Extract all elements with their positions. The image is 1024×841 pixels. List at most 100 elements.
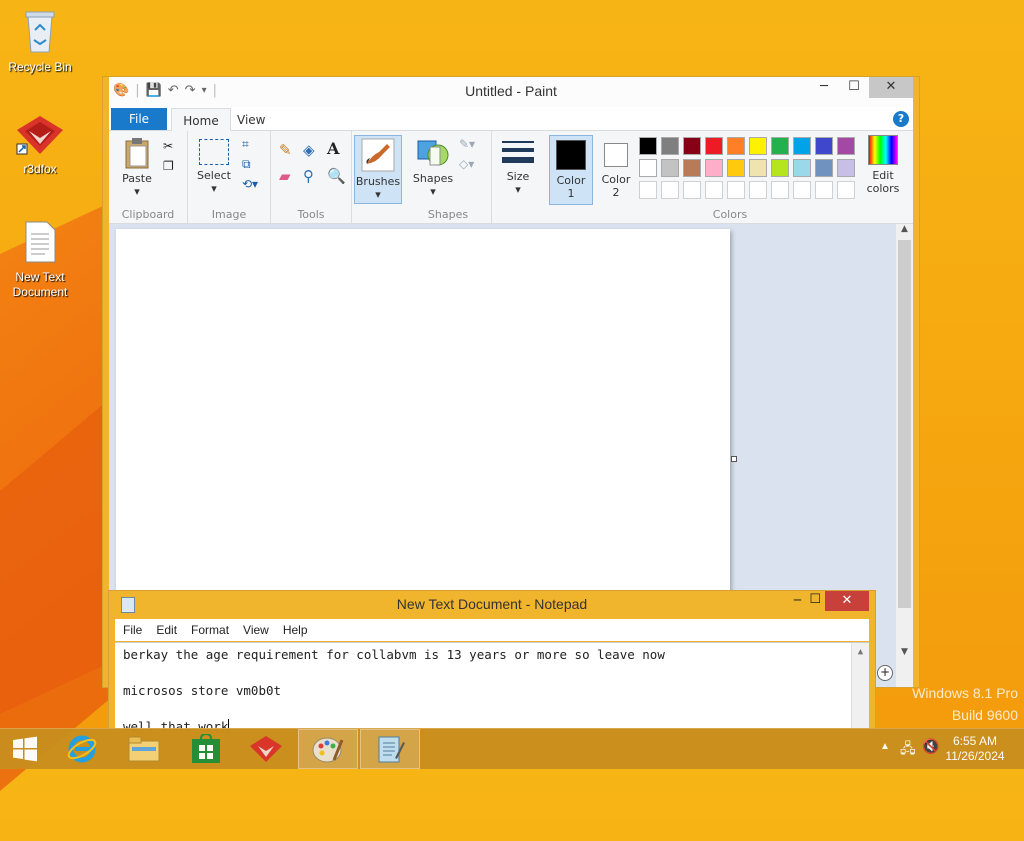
taskbar-store[interactable] [176, 729, 236, 769]
select-button[interactable]: Select ▾ [192, 137, 236, 195]
palette-swatch[interactable] [749, 181, 767, 199]
notepad-menu-help[interactable]: Help [283, 623, 308, 637]
text-line: microsos store vm0b0t [123, 683, 282, 698]
palette-swatch[interactable] [837, 159, 855, 177]
crop-icon[interactable]: ⌗ [242, 137, 249, 152]
notepad-titlebar[interactable]: New Text Document - Notepad ─ ☐ ✕ [109, 591, 875, 619]
maximize-icon[interactable]: ☐ [839, 77, 869, 98]
palette-swatch[interactable] [683, 137, 701, 155]
notepad-text-area[interactable]: berkay the age requirement for collabvm … [115, 642, 869, 734]
color1-button[interactable]: Color 1 [549, 135, 593, 205]
palette-swatch[interactable] [793, 159, 811, 177]
shape-fill-icon[interactable]: ◇▾ [459, 157, 474, 171]
paint-vertical-scrollbar[interactable]: ▲ ▼ [896, 224, 913, 687]
palette-swatch[interactable] [837, 181, 855, 199]
color2-button[interactable]: Color 2 [597, 137, 635, 199]
file-explorer-icon [128, 736, 160, 762]
palette-swatch[interactable] [749, 137, 767, 155]
notepad-vertical-scrollbar[interactable]: ▲ [851, 643, 869, 729]
notepad-minimize-icon[interactable]: ─ [794, 593, 801, 607]
palette-swatch[interactable] [793, 181, 811, 199]
palette-swatch[interactable] [683, 181, 701, 199]
zoom-in-icon[interactable]: + [877, 665, 893, 681]
paint-titlebar[interactable]: 🎨 | 💾 ↶ ↷ ▾ | Untitled - Paint ─ ☐ ✕ [109, 77, 913, 107]
palette-swatch[interactable] [727, 137, 745, 155]
palette-swatch[interactable] [771, 181, 789, 199]
palette-swatch[interactable] [771, 159, 789, 177]
palette-swatch[interactable] [705, 159, 723, 177]
outline-icon[interactable]: ✎▾ [459, 137, 475, 151]
palette-swatch[interactable] [661, 181, 679, 199]
color-picker-icon[interactable]: ⚲ [303, 167, 314, 185]
drawing-canvas[interactable] [116, 229, 730, 599]
notepad-menu-edit[interactable]: Edit [156, 623, 177, 637]
taskbar-clock[interactable]: 6:55 AM 11/26/2024 [940, 734, 1010, 764]
close-icon[interactable]: ✕ [869, 77, 913, 98]
taskbar-file-explorer[interactable] [114, 729, 174, 769]
notepad-menu-file[interactable]: File [123, 623, 142, 637]
pencil-icon[interactable]: ✎ [279, 141, 292, 159]
text-line [123, 664, 861, 682]
minimize-icon[interactable]: ─ [809, 77, 839, 98]
taskbar-paint[interactable] [298, 729, 358, 769]
palette-swatch[interactable] [727, 159, 745, 177]
network-icon[interactable]: 🖧 [900, 738, 916, 762]
palette-swatch[interactable] [661, 137, 679, 155]
palette-swatch[interactable] [639, 137, 657, 155]
magnifier-icon[interactable]: 🔍 [327, 167, 346, 185]
palette-swatch[interactable] [837, 137, 855, 155]
copy-icon[interactable]: ❐ [163, 159, 174, 173]
palette-swatch[interactable] [639, 159, 657, 177]
palette-swatch[interactable] [815, 137, 833, 155]
resize-icon[interactable]: ⧉ [242, 157, 251, 172]
store-icon [192, 734, 220, 763]
palette-swatch[interactable] [815, 159, 833, 177]
group-tools: ✎ ◈ A ▰ ⚲ 🔍 Tools [271, 131, 352, 223]
scroll-up-icon[interactable]: ▲ [896, 224, 913, 234]
start-button[interactable] [0, 729, 50, 769]
size-button[interactable]: Size ▾ [496, 137, 540, 196]
notepad-maximize-icon[interactable]: ☐ [809, 592, 821, 607]
canvas-resize-handle[interactable] [731, 456, 737, 462]
palette-swatch[interactable] [639, 181, 657, 199]
tab-view[interactable]: View [237, 108, 265, 130]
palette-swatch[interactable] [705, 137, 723, 155]
rotate-icon[interactable]: ⟲▾ [242, 177, 258, 191]
scroll-thumb[interactable] [898, 240, 911, 608]
notepad-close-icon[interactable]: ✕ [825, 591, 869, 611]
taskbar-r3dfox[interactable] [236, 729, 296, 769]
cut-icon[interactable]: ✂ [163, 139, 173, 153]
palette-swatch[interactable] [815, 181, 833, 199]
desktop-icon-new-text-document[interactable]: New Text Document [2, 220, 78, 300]
eraser-icon[interactable]: ▰ [279, 167, 291, 185]
tab-file[interactable]: File [111, 108, 167, 130]
notepad-menu-view[interactable]: View [243, 623, 269, 637]
volume-muted-icon[interactable]: 🔇 [922, 738, 939, 755]
taskbar-notepad[interactable] [360, 729, 420, 769]
taskbar: ▲ 🖧 🔇 6:55 AM 11/26/2024 [0, 728, 1024, 769]
palette-swatch[interactable] [771, 137, 789, 155]
brushes-button[interactable]: Brushes ▾ [354, 135, 402, 204]
notepad-menu-format[interactable]: Format [191, 623, 229, 637]
palette-swatch[interactable] [727, 181, 745, 199]
help-icon[interactable]: ? [893, 111, 909, 127]
desktop-icon-recycle-bin[interactable]: Recycle Bin [2, 8, 78, 75]
taskbar-internet-explorer[interactable] [52, 729, 112, 769]
scroll-down-icon[interactable]: ▼ [896, 647, 913, 657]
notepad-scroll-up-icon[interactable]: ▲ [852, 643, 869, 661]
desktop-icon-r3dfox[interactable]: r3dfox [2, 114, 78, 177]
palette-swatch[interactable] [793, 137, 811, 155]
paste-button[interactable]: Paste ▾ [115, 137, 159, 198]
group-image: Select ▾ ⌗ ⧉ ⟲▾ Image [188, 131, 271, 223]
edit-colors-button[interactable]: Edit colors [861, 135, 905, 195]
palette-swatch[interactable] [749, 159, 767, 177]
palette-swatch[interactable] [683, 159, 701, 177]
tab-home[interactable]: Home [171, 108, 231, 131]
palette-swatch[interactable] [661, 159, 679, 177]
shapes-button[interactable]: Shapes ▾ [411, 137, 455, 198]
show-hidden-icons[interactable]: ▲ [880, 741, 890, 752]
text-icon[interactable]: A [327, 139, 339, 158]
palette-swatch[interactable] [705, 181, 723, 199]
fill-icon[interactable]: ◈ [303, 141, 315, 159]
windows-logo-icon [13, 736, 37, 762]
